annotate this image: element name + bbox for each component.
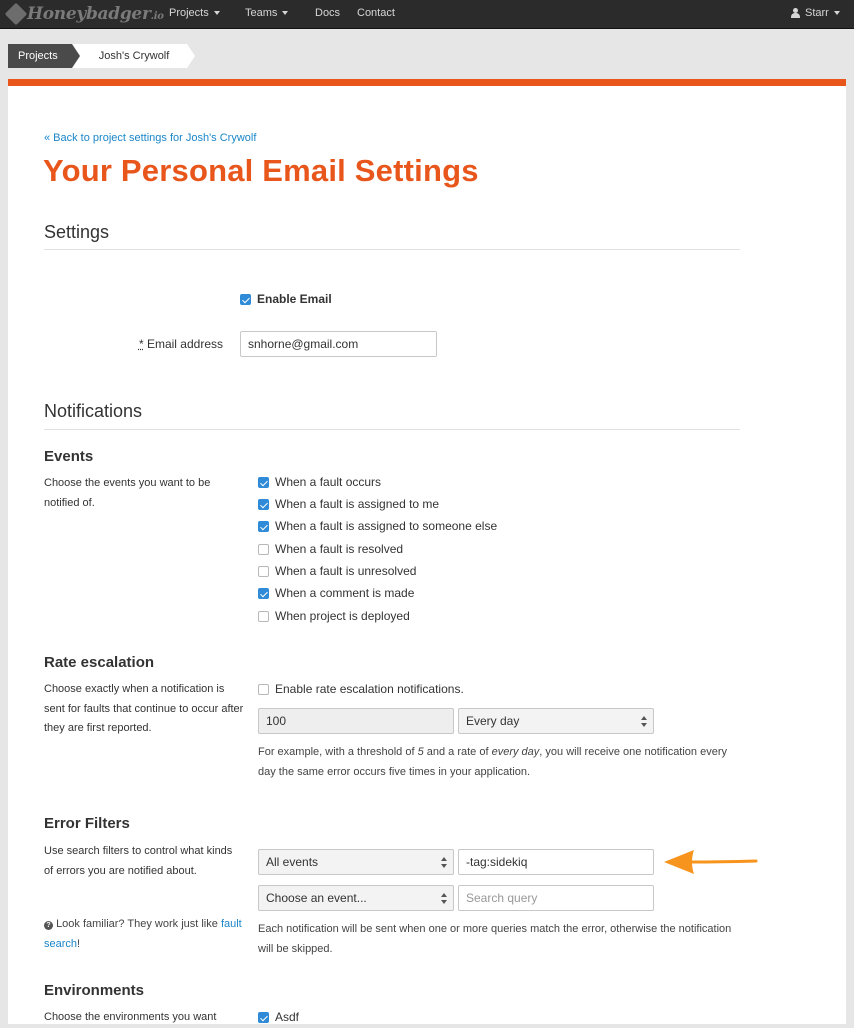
event-option[interactable]: When a fault is assigned to someone else <box>258 519 497 533</box>
breadcrumb: Projects Josh's Crywolf <box>8 44 195 68</box>
select-arrows-icon <box>441 857 447 868</box>
event-option[interactable]: When a fault is assigned to me <box>258 497 439 511</box>
user-menu[interactable]: Starr <box>791 7 840 19</box>
rate-help-part: For example, with a threshold of <box>258 746 418 758</box>
event-option[interactable]: When a fault occurs <box>258 475 381 489</box>
select-arrows-icon <box>641 716 647 727</box>
back-link[interactable]: « Back to project settings for Josh's Cr… <box>44 132 256 144</box>
nav-teams[interactable]: Teams <box>245 7 289 19</box>
filter-event-value: Choose an event... <box>266 891 367 905</box>
familiar-end: ! <box>77 938 81 950</box>
nav-docs[interactable]: Docs <box>315 7 340 19</box>
caret-down-icon <box>833 11 840 15</box>
divider <box>44 249 740 250</box>
question-circle-icon: ? <box>44 921 53 930</box>
event-option[interactable]: When a comment is made <box>258 586 414 600</box>
settings-heading: Settings <box>44 222 110 242</box>
rate-escalation-label: Enable rate escalation notifications. <box>275 682 464 696</box>
checkbox-icon <box>258 683 269 695</box>
rate-help-part: and a rate of <box>423 746 492 758</box>
filters-description: Use search filters to control what kinds… <box>44 845 233 877</box>
rate-select[interactable]: Every day <box>458 708 654 734</box>
annotation-arrow-icon <box>664 850 758 874</box>
checkbox-icon <box>258 1011 269 1023</box>
notifications-heading: Notifications <box>44 401 143 421</box>
honeybadger-logo[interactable]: Honeybadger.io <box>4 2 164 26</box>
event-option-label: When a comment is made <box>275 586 415 600</box>
page-title: Your Personal Email Settings <box>43 153 479 188</box>
rate-help-text: For example, with a threshold of 5 and a… <box>258 742 738 782</box>
breadcrumb-projects[interactable]: Projects <box>8 44 80 68</box>
rate-help-rate: every day <box>491 746 540 758</box>
checkbox-icon <box>258 565 269 577</box>
event-option-label: When a fault is resolved <box>275 542 404 556</box>
caret-down-icon <box>213 11 220 15</box>
familiar-text: Look familiar? They work just like <box>56 918 221 930</box>
event-option[interactable]: When a fault is unresolved <box>258 564 416 578</box>
settings-panel: « Back to project settings for Josh's Cr… <box>8 79 846 1024</box>
event-option-label: When a fault occurs <box>275 475 382 489</box>
environments-heading: Environments <box>44 982 145 999</box>
environments-description: Choose the environments you want <box>44 1011 217 1023</box>
nav-projects[interactable]: Projects <box>169 7 220 19</box>
checkbox-icon <box>258 587 269 599</box>
filters-help-text: Each notification will be sent when one … <box>258 923 732 955</box>
checkbox-icon <box>258 520 269 532</box>
caret-down-icon <box>282 11 289 15</box>
logo-text: Honeybadger.io <box>27 4 164 24</box>
rate-description: Choose exactly when a notification is se… <box>44 683 244 734</box>
query-placeholder: Search query <box>466 891 538 905</box>
event-option-label: When a fault is assigned to me <box>275 497 440 511</box>
familiar-note: ? Look familiar? They work just like fau… <box>44 914 244 954</box>
checkbox-icon <box>258 498 269 510</box>
enable-email-label: Enable Email <box>257 292 332 306</box>
rate-escalation-checkbox[interactable]: Enable rate escalation notifications. <box>258 682 464 696</box>
checkbox-icon <box>258 476 269 488</box>
rate-select-value: Every day <box>466 714 520 728</box>
divider <box>44 429 740 430</box>
required-mark: * <box>138 337 144 351</box>
enable-email-checkbox[interactable]: Enable Email <box>240 292 332 306</box>
event-option-label: When project is deployed <box>275 609 410 623</box>
checkbox-icon <box>240 293 251 305</box>
user-icon <box>791 8 800 18</box>
environment-option[interactable]: Asdf <box>258 1010 299 1024</box>
events-description: Choose the events you want to be notifie… <box>44 477 211 509</box>
select-arrows-icon <box>441 893 447 904</box>
email-label: * Email address <box>108 337 223 351</box>
email-label-text: Email address <box>146 337 223 351</box>
checkbox-icon <box>258 543 269 555</box>
filter-event-select[interactable]: Choose an event... <box>258 885 454 911</box>
email-field[interactable]: snhorne@gmail.com <box>240 331 437 357</box>
event-option[interactable]: When a fault is resolved <box>258 542 403 556</box>
threshold-input[interactable]: 100 <box>258 708 454 734</box>
events-heading: Events <box>44 448 94 465</box>
filter-query-input[interactable]: Search query <box>458 885 654 911</box>
environment-option-label: Asdf <box>275 1010 300 1024</box>
rate-heading: Rate escalation <box>44 654 155 671</box>
filter-event-select[interactable]: All events <box>258 849 454 875</box>
event-option-label: When a fault is unresolved <box>275 564 417 578</box>
event-option[interactable]: When project is deployed <box>258 609 410 623</box>
breadcrumb-project[interactable]: Josh's Crywolf <box>71 44 195 68</box>
top-nav: Honeybadger.io Projects Teams Docs Conta… <box>0 0 854 29</box>
filter-query-input[interactable]: -tag:sidekiq <box>458 849 654 875</box>
logo-mark-icon <box>4 2 28 26</box>
nav-contact[interactable]: Contact <box>357 7 395 19</box>
filter-event-value: All events <box>266 855 319 869</box>
event-option-label: When a fault is assigned to someone else <box>275 519 498 533</box>
filters-heading: Error Filters <box>44 815 130 832</box>
checkbox-icon <box>258 610 269 622</box>
